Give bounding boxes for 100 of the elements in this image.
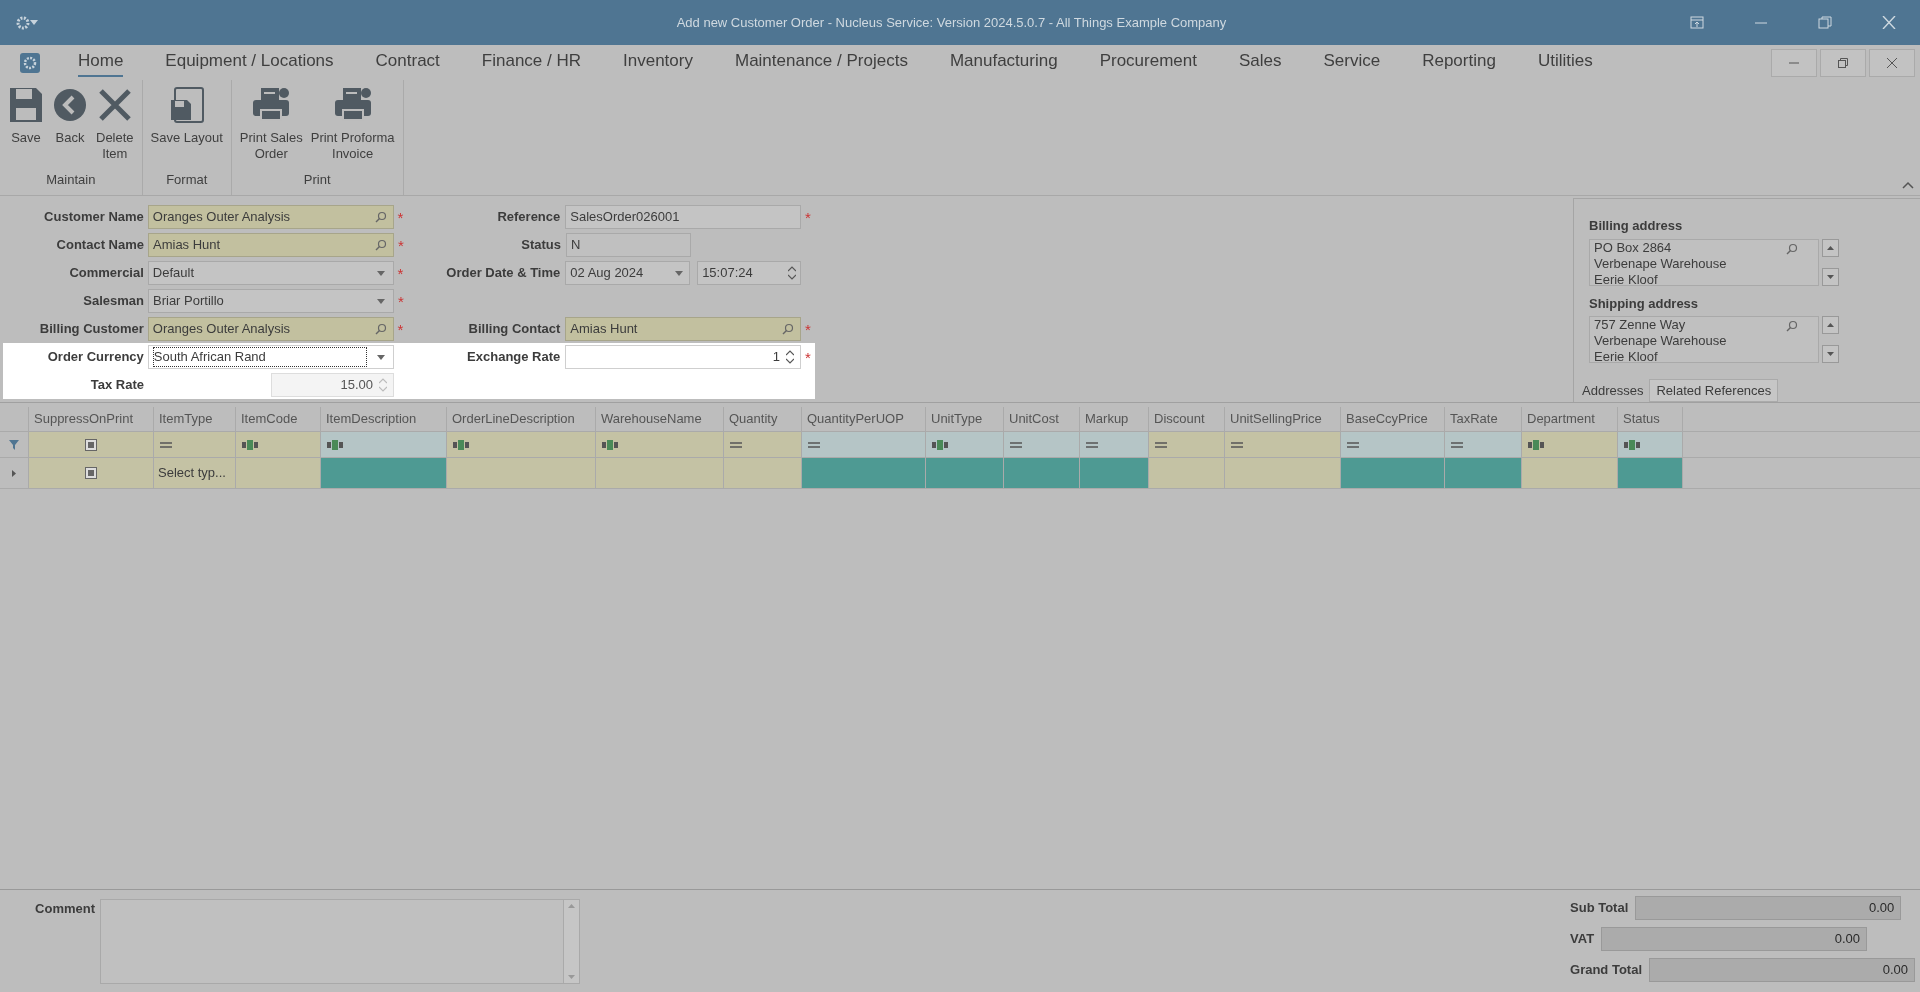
column-header[interactable]: Status: [1618, 407, 1683, 431]
address-field[interactable]: 757 Zenne Way Verbenape Warehouse Eerie Kloof: [1589, 316, 1819, 363]
filter-cell[interactable]: [802, 432, 926, 457]
search-icon[interactable]: [1786, 320, 1798, 332]
equals-filter-icon[interactable]: [730, 441, 742, 448]
table-cell[interactable]: [596, 458, 724, 488]
close-icon[interactable]: [1882, 16, 1896, 29]
menu-tab[interactable]: Maintenance / Projects: [734, 47, 908, 78]
filter-cell[interactable]: [1445, 432, 1522, 457]
equals-filter-icon[interactable]: [1155, 441, 1167, 448]
scroll-up-button[interactable]: [1822, 238, 1839, 257]
table-cell[interactable]: [1341, 458, 1445, 488]
menu-tab[interactable]: Contract: [375, 47, 440, 78]
text-field[interactable]: N: [566, 233, 691, 257]
ribbon-button[interactable]: Print Sales Order: [237, 86, 305, 170]
ribbon-button[interactable]: Save: [6, 86, 46, 170]
search-icon[interactable]: [374, 323, 387, 335]
filter-cell[interactable]: [1341, 432, 1445, 457]
column-header[interactable]: Quantity: [724, 407, 802, 431]
restore-button[interactable]: [1820, 48, 1866, 77]
search-icon[interactable]: [1786, 242, 1798, 255]
equals-filter-icon[interactable]: [160, 441, 172, 448]
table-cell[interactable]: [236, 458, 321, 488]
menu-tab[interactable]: Sales: [1238, 47, 1282, 78]
lookup-field[interactable]: Amias Hunt: [565, 317, 801, 341]
table-cell[interactable]: Select typ...: [154, 458, 236, 488]
dropdown-caret-icon[interactable]: [376, 354, 385, 360]
table-cell[interactable]: [1004, 458, 1080, 488]
column-header[interactable]: OrderLineDescription: [447, 407, 596, 431]
filter-cell[interactable]: [321, 432, 447, 457]
equals-filter-icon[interactable]: [1451, 441, 1463, 448]
search-icon[interactable]: [782, 323, 794, 335]
equals-filter-icon[interactable]: [1010, 441, 1022, 448]
comment-field[interactable]: [100, 899, 580, 984]
ribbon-button[interactable]: Delete Item: [94, 86, 136, 170]
table-cell[interactable]: [1080, 458, 1149, 488]
filter-cell[interactable]: [1225, 432, 1341, 457]
menu-tab[interactable]: Finance / HR: [481, 47, 582, 78]
table-cell[interactable]: [447, 458, 596, 488]
menu-tab[interactable]: Reporting: [1422, 47, 1496, 78]
address-field[interactable]: PO Box 2864 Verbenape Warehouse Eerie Kloof: [1589, 238, 1819, 286]
filter-cell[interactable]: [29, 432, 154, 457]
column-header[interactable]: WarehouseName: [596, 407, 724, 431]
collapse-caret-icon[interactable]: [1902, 181, 1914, 189]
table-cell[interactable]: [1225, 458, 1341, 488]
column-header[interactable]: UnitCost: [1004, 407, 1080, 431]
dropdown-field[interactable]: South African Rand: [147, 345, 394, 369]
dropdown-caret-icon[interactable]: [675, 270, 684, 276]
table-cell[interactable]: [926, 458, 1004, 488]
filter-cell[interactable]: [596, 432, 724, 457]
gear-icon[interactable]: [16, 15, 30, 30]
column-header[interactable]: Discount: [1149, 407, 1225, 431]
menu-tab[interactable]: Procurement: [1099, 47, 1197, 78]
equals-filter-icon[interactable]: [1086, 441, 1098, 448]
column-header[interactable]: UnitType: [926, 407, 1004, 431]
menu-tab[interactable]: Inventory: [623, 47, 693, 78]
text-filter-icon[interactable]: [453, 439, 469, 450]
ribbon-button[interactable]: Save Layout: [148, 86, 225, 170]
scroll-down-button[interactable]: [1822, 345, 1839, 363]
equals-filter-icon[interactable]: [1347, 441, 1359, 448]
time-field[interactable]: 15:07:24: [697, 261, 801, 285]
text-filter-icon[interactable]: [602, 439, 618, 450]
table-cell[interactable]: [1445, 458, 1522, 488]
app-menu-icon[interactable]: [20, 52, 40, 73]
table-cell[interactable]: [321, 458, 447, 488]
column-header[interactable]: UnitSellingPrice: [1225, 407, 1341, 431]
column-header[interactable]: SuppressOnPrint: [29, 407, 154, 431]
menu-tab[interactable]: Home: [78, 47, 124, 78]
lookup-field[interactable]: Oranges Outer Analysis: [147, 205, 394, 229]
search-icon[interactable]: [375, 239, 387, 251]
text-filter-icon[interactable]: [932, 439, 948, 450]
filter-cell[interactable]: [926, 432, 1004, 457]
column-header[interactable]: ItemDescription: [321, 407, 447, 431]
filter-cell[interactable]: [1149, 432, 1225, 457]
scroll-down-button[interactable]: [1822, 267, 1839, 286]
filter-cell[interactable]: [154, 432, 236, 457]
table-cell[interactable]: [802, 458, 926, 488]
dropdown-caret-icon[interactable]: [377, 298, 385, 304]
table-cell[interactable]: [1149, 458, 1225, 488]
menu-tab[interactable]: Equipment / Locations: [165, 47, 334, 78]
text-filter-icon[interactable]: [1624, 439, 1640, 450]
dropdown-caret-icon[interactable]: [376, 270, 385, 276]
checkbox-icon[interactable]: [85, 467, 97, 479]
column-header[interactable]: Department: [1522, 407, 1618, 431]
column-header[interactable]: ItemType: [154, 407, 236, 431]
column-header[interactable]: QuantityPerUOP: [802, 407, 926, 431]
text-filter-icon[interactable]: [242, 439, 258, 450]
menu-tab[interactable]: Utilities: [1537, 47, 1593, 78]
filter-cell[interactable]: [1522, 432, 1618, 457]
filter-icon[interactable]: [9, 439, 19, 450]
search-icon[interactable]: [374, 211, 387, 223]
text-filter-icon[interactable]: [327, 439, 343, 450]
dropdown-field[interactable]: Default: [147, 261, 394, 285]
text-field[interactable]: SalesOrder026001: [565, 205, 801, 229]
equals-filter-icon[interactable]: [808, 441, 820, 448]
column-header[interactable]: BaseCcyPrice: [1341, 407, 1445, 431]
dropdown-field[interactable]: Briar Portillo: [148, 289, 394, 313]
spin-field[interactable]: 15.00: [271, 373, 394, 397]
filter-cell[interactable]: [1004, 432, 1080, 457]
filter-cell[interactable]: [447, 432, 596, 457]
